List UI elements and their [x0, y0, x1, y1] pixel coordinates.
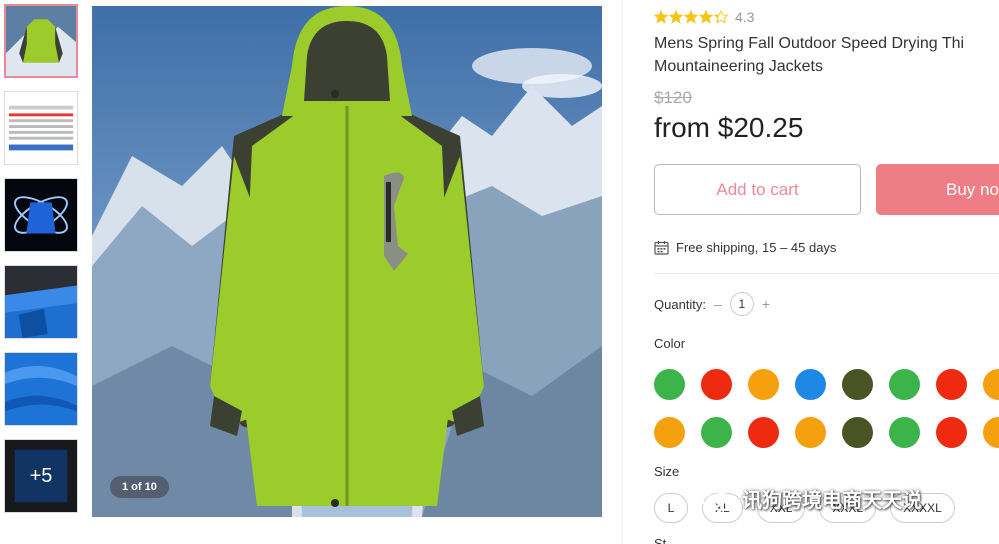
shipping-text: Free shipping, 15 – 45 days	[676, 240, 837, 255]
color-row1-swatch-4[interactable]	[795, 369, 826, 400]
thumbnail-blue-detail-image	[5, 266, 77, 338]
calendar-icon	[654, 241, 669, 255]
thumbnail-4[interactable]	[4, 265, 78, 339]
star-icon	[699, 10, 713, 24]
wechat-icon	[700, 485, 733, 511]
color-row2-swatch-1[interactable]	[654, 417, 685, 448]
color-row2-swatch-3[interactable]	[748, 417, 779, 448]
next-section-label: St	[654, 536, 667, 544]
rating-value: 4.3	[735, 9, 755, 25]
section-divider	[654, 273, 999, 274]
thumbnail-1[interactable]	[4, 4, 78, 78]
buy-now-button[interactable]: Buy no	[876, 164, 999, 215]
star-icon	[714, 10, 728, 24]
color-row2-swatch-7[interactable]	[936, 417, 967, 448]
watermark: 讯狗跨境电商天天说	[700, 484, 922, 513]
quantity-increase-button[interactable]: +	[762, 296, 770, 312]
color-row2-swatch-4[interactable]	[795, 417, 826, 448]
more-images-label: +5	[5, 440, 77, 512]
star-icon	[654, 10, 668, 24]
color-row2-swatch-2[interactable]	[701, 417, 732, 448]
color-row1-swatch-6[interactable]	[889, 369, 920, 400]
product-rating[interactable]: 4.3	[654, 9, 754, 25]
product-page: +5 1 of 10 4.3 Mens Spring Fall Outdoor …	[0, 0, 999, 544]
add-to-cart-button[interactable]: Add to cart	[654, 164, 861, 215]
jacket-photo	[92, 6, 602, 517]
product-title-line1: Mens Spring Fall Outdoor Speed Drying Th…	[654, 35, 965, 52]
thumbnail-blue-fabric-image	[5, 353, 77, 425]
color-row2-swatch-5[interactable]	[842, 417, 873, 448]
color-swatches-row2	[654, 417, 999, 448]
size-option-l[interactable]: L	[654, 493, 688, 523]
thumbnail-size-chart-image	[5, 92, 77, 164]
color-row1-swatch-5[interactable]	[842, 369, 873, 400]
color-label: Color	[654, 336, 686, 351]
original-price: $120	[654, 88, 692, 107]
color-row1-swatch-7[interactable]	[936, 369, 967, 400]
color-row1-swatch-1[interactable]	[654, 369, 685, 400]
star-icon	[684, 10, 698, 24]
quantity-decrease-button[interactable]: –	[714, 296, 722, 312]
quantity-value[interactable]: 1	[729, 292, 754, 316]
product-title-line2: Mountaineering Jackets	[654, 58, 823, 75]
color-row2-swatch-8[interactable]	[983, 417, 999, 448]
thumbnail-jacket-image	[6, 6, 76, 76]
thumbnail-blue-glow-image	[5, 179, 77, 251]
size-label: Size	[654, 464, 680, 479]
shipping-info: Free shipping, 15 – 45 days	[654, 240, 836, 255]
product-title: Mens Spring Fall Outdoor Speed Drying Th…	[654, 32, 999, 78]
color-row2-swatch-6[interactable]	[889, 417, 920, 448]
current-price: from $20.25	[654, 112, 804, 143]
color-row1-swatch-8[interactable]	[983, 369, 999, 400]
watermark-text: 讯狗跨境电商天天说	[742, 490, 922, 512]
pane-divider	[622, 0, 623, 544]
thumbnail-2[interactable]	[4, 91, 78, 165]
main-product-image[interactable]: 1 of 10	[92, 6, 602, 517]
thumbnail-strip: +5	[4, 4, 80, 526]
thumbnail-3[interactable]	[4, 178, 78, 252]
star-rating	[654, 10, 729, 24]
image-counter: 1 of 10	[110, 476, 169, 498]
quantity-label: Quantity:	[654, 296, 707, 312]
quantity-stepper: Quantity: – 1 +	[654, 292, 778, 316]
color-row1-swatch-2[interactable]	[701, 369, 732, 400]
color-row1-swatch-3[interactable]	[748, 369, 779, 400]
thumbnail-6[interactable]: +5	[4, 439, 78, 513]
color-swatches-row1	[654, 369, 999, 400]
thumbnail-5[interactable]	[4, 352, 78, 426]
star-icon	[669, 10, 683, 24]
